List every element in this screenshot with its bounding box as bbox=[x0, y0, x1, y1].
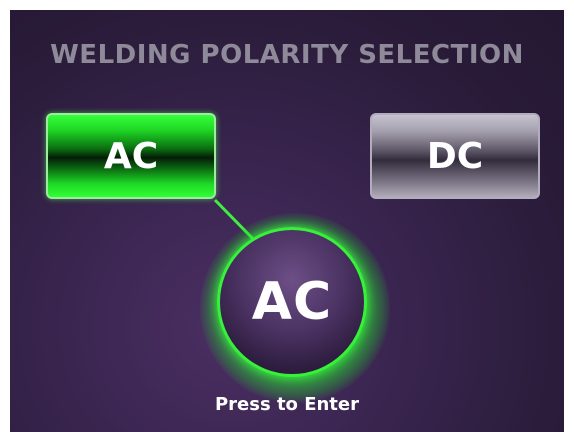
polarity-screen: WELDING POLARITY SELECTION AC DC AC Pres… bbox=[10, 10, 564, 432]
enter-knob[interactable]: AC bbox=[217, 227, 367, 377]
press-to-enter-hint: Press to Enter bbox=[214, 394, 359, 415]
ac-option-label: AC bbox=[103, 135, 159, 177]
knob-label: AC bbox=[251, 272, 333, 332]
ac-option-button[interactable]: AC bbox=[46, 113, 216, 199]
screen-title: WELDING POLARITY SELECTION bbox=[50, 40, 524, 70]
dc-option-label: DC bbox=[426, 135, 484, 177]
dc-option-button[interactable]: DC bbox=[370, 113, 540, 199]
